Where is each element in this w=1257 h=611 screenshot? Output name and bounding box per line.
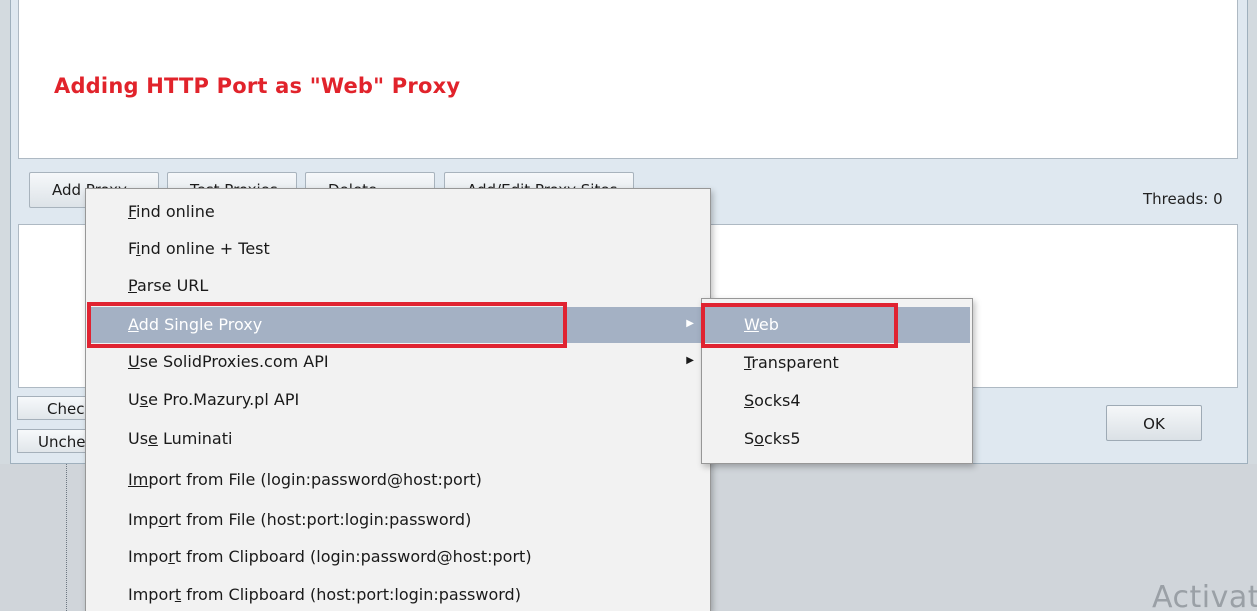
menu-item-import-file-login-first[interactable]: Import from File (login:password@host:po…	[88, 462, 708, 498]
menu-item-import-clipboard-login-first[interactable]: Import from Clipboard (login:password@ho…	[88, 539, 708, 575]
submenu-arrow-icon: ▶	[686, 355, 694, 366]
add-proxy-menu: Find online Find online + Test Parse URL…	[85, 188, 711, 611]
banner-panel: Adding HTTP Port as "Web" Proxy	[18, 0, 1238, 159]
activation-watermark: Activat	[1152, 580, 1257, 611]
annotation-box-web	[701, 303, 898, 348]
ok-button[interactable]: OK	[1106, 405, 1202, 441]
submenu-item-socks4[interactable]: Socks4	[704, 383, 970, 419]
submenu-item-transparent[interactable]: Transparent	[704, 345, 970, 381]
menu-item-import-file-host-first[interactable]: Import from File (host:port:login:passwo…	[88, 502, 708, 538]
menu-item-solidproxies-api[interactable]: Use SolidProxies.com API ▶	[88, 344, 708, 380]
desktop-divider	[66, 464, 67, 611]
menu-item-find-online-test[interactable]: Find online + Test	[88, 231, 708, 267]
menu-item-import-clipboard-host-first[interactable]: Import from Clipboard (host:port:login:p…	[88, 577, 708, 611]
menu-item-find-online[interactable]: Find online	[88, 194, 708, 230]
submenu-arrow-icon: ▶	[686, 318, 694, 329]
menu-item-pro-mazury-api[interactable]: Use Pro.Mazury.pl API	[88, 382, 708, 418]
threads-count: Threads: 0	[1143, 190, 1223, 208]
menu-item-luminati[interactable]: Use Luminati	[88, 421, 708, 457]
menu-item-parse-url[interactable]: Parse URL	[88, 268, 708, 304]
submenu-item-socks5[interactable]: Socks5	[704, 421, 970, 457]
banner-title: Adding HTTP Port as "Web" Proxy	[54, 74, 461, 98]
annotation-box-add-single-proxy	[87, 302, 567, 348]
ok-label: OK	[1143, 415, 1165, 433]
